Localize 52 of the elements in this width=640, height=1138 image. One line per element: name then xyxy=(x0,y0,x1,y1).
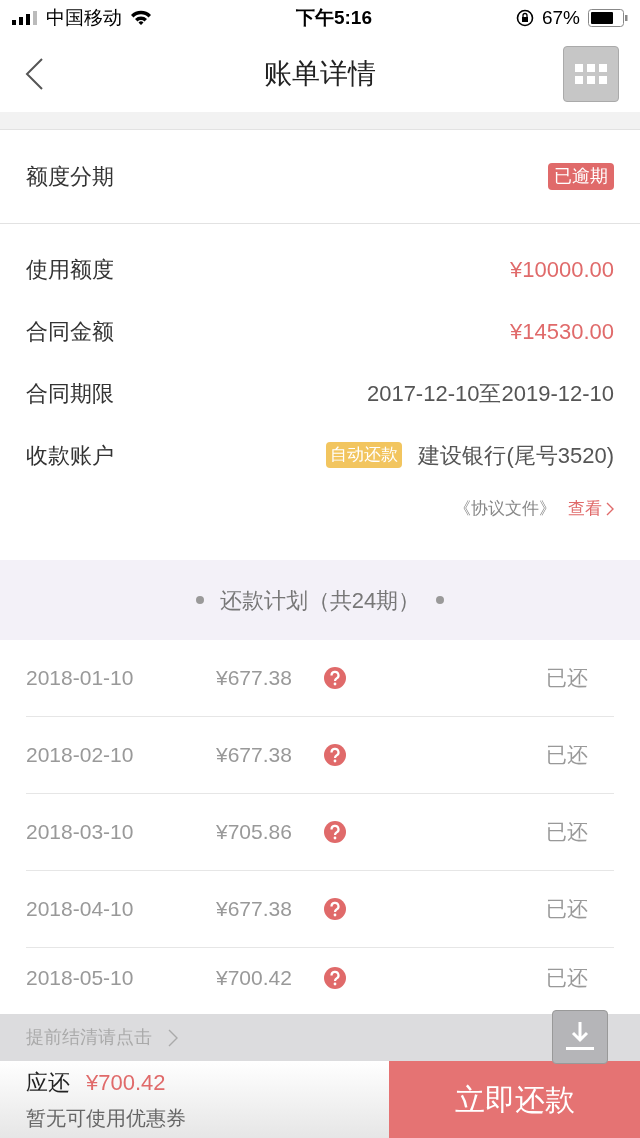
paid-status: 已还 xyxy=(546,965,588,992)
detail-value: ¥10000.00 xyxy=(510,255,614,284)
installment-amount: ¥677.38 xyxy=(216,742,293,769)
due-date: 2018-03-10 xyxy=(26,819,135,846)
detail-value: 2017-12-10至2019-12-10 xyxy=(366,379,614,408)
detail-value: ¥14530.00 xyxy=(510,317,614,346)
detail-label: 使用额度 xyxy=(26,255,114,284)
chevron-right-icon xyxy=(606,501,614,516)
help-icon[interactable] xyxy=(324,967,346,989)
detail-label: 收款账户 xyxy=(26,441,114,470)
due-date: 2018-04-10 xyxy=(26,896,135,923)
grid-icon xyxy=(575,64,607,84)
help-icon[interactable] xyxy=(324,821,346,843)
back-icon xyxy=(24,57,44,91)
view-link[interactable]: 查看 xyxy=(568,496,614,522)
installment-amount: ¥677.38 xyxy=(216,896,293,923)
agreement-document: 《协议文件》 xyxy=(454,498,556,520)
installment-amount: ¥677.38 xyxy=(216,665,293,692)
paid-status: 已还 xyxy=(546,896,588,923)
installment-amount: ¥705.86 xyxy=(216,819,293,846)
paid-status: 已还 xyxy=(546,665,588,692)
auto-repay-tag: 自动还款 xyxy=(326,442,403,468)
installment-amount: ¥700.42 xyxy=(216,965,293,992)
due-amount: ¥700.42 xyxy=(86,1069,166,1097)
clock-time: 下午5:16 xyxy=(295,5,372,30)
detail-label: 合同金额 xyxy=(26,317,114,346)
menu-button[interactable] xyxy=(563,46,619,102)
due-date: 2018-02-10 xyxy=(26,742,135,769)
due-date: 2018-05-10 xyxy=(26,965,135,992)
detail-value: 建设银行(尾号3520) xyxy=(418,441,614,470)
overdue-badge: 已逾期 xyxy=(548,163,614,190)
loan-type: 额度分期 xyxy=(26,163,114,191)
signal-icon xyxy=(12,11,38,25)
paid-status: 已还 xyxy=(546,742,588,769)
paid-status: 已还 xyxy=(546,819,588,846)
battery-percent: 67% xyxy=(541,5,580,30)
help-icon[interactable] xyxy=(324,667,346,689)
coupon-note: 暂无可使用优惠券 xyxy=(26,1106,187,1131)
detail-label: 合同期限 xyxy=(26,379,114,408)
page-title: 账单详情 xyxy=(264,57,376,91)
repayment-plan-title: 还款计划（共24期） xyxy=(219,586,421,615)
chevron-right-icon xyxy=(168,1028,178,1047)
help-icon[interactable] xyxy=(324,898,346,920)
download-button[interactable] xyxy=(552,1010,608,1064)
carrier-name: 中国移动 xyxy=(46,5,122,30)
rotation-lock-icon xyxy=(515,9,534,27)
pay-now-button[interactable]: 立即还款 xyxy=(389,1061,640,1138)
due-label: 应还 xyxy=(26,1069,70,1097)
due-date: 2018-01-10 xyxy=(26,665,135,692)
battery-icon xyxy=(588,9,628,27)
wifi-icon xyxy=(130,10,152,26)
help-icon[interactable] xyxy=(324,744,346,766)
